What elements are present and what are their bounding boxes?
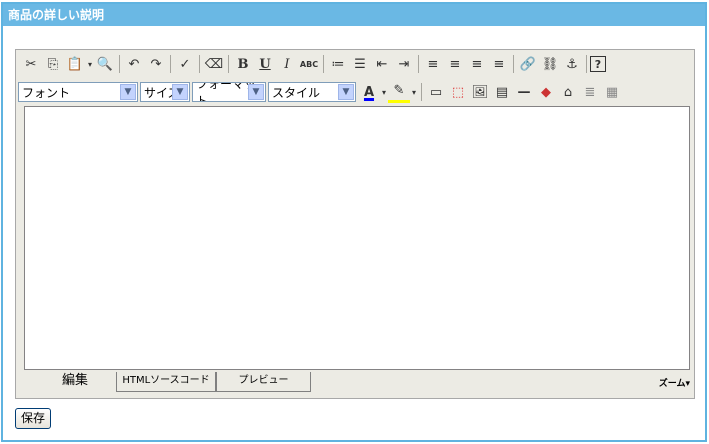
- toolbar-row-2: フォント ▼ サイズ ▼ フォーマット ▼ スタイル ▼ A ▾ ✎ ▾ ▭ ⬚…: [16, 80, 694, 104]
- spellcheck-icon[interactable]: ✓: [174, 53, 196, 75]
- align-justify-icon[interactable]: ≡: [488, 53, 510, 75]
- copy-icon[interactable]: ⎘: [42, 53, 64, 75]
- help-icon[interactable]: ?: [590, 56, 606, 72]
- redo-icon[interactable]: ↷: [145, 53, 167, 75]
- bold-button[interactable]: B: [232, 53, 254, 75]
- object-icon[interactable]: ◆: [535, 81, 557, 103]
- ordered-list-icon[interactable]: ≔: [327, 53, 349, 75]
- underline-button[interactable]: U: [254, 53, 276, 75]
- separator: [199, 55, 200, 73]
- find-icon[interactable]: 🔍: [94, 53, 116, 75]
- chevron-down-icon: ▾: [685, 379, 690, 389]
- undo-icon[interactable]: ↶: [123, 53, 145, 75]
- editor-content-area[interactable]: [24, 106, 690, 370]
- product-description-panel: 商品の詳しい説明 ✂ ⎘ 📋 ▾ 🔍 ↶ ↷ ✓ ⌫ B U I ABC ≔ ☰…: [1, 2, 707, 442]
- editor-tabs: 編集 HTMLソースコード プレビュー ズーム▾: [16, 372, 694, 394]
- box-icon[interactable]: ▭: [425, 81, 447, 103]
- highlight-icon[interactable]: ✎: [388, 81, 410, 103]
- font-color-dropdown-icon[interactable]: ▾: [380, 81, 388, 103]
- size-select[interactable]: サイズ ▼: [140, 82, 190, 102]
- table-icon[interactable]: ▦: [601, 81, 623, 103]
- font-select-label: フォント: [22, 85, 71, 100]
- zoom-dropdown[interactable]: ズーム▾: [659, 376, 690, 389]
- chevron-down-icon: ▼: [248, 84, 264, 100]
- tab-html-source[interactable]: HTMLソースコード: [116, 372, 216, 392]
- chevron-down-icon: ▼: [338, 84, 354, 100]
- separator: [170, 55, 171, 73]
- format-select[interactable]: フォーマット ▼: [192, 82, 266, 102]
- paragraph-icon[interactable]: ≣: [579, 81, 601, 103]
- font-color-icon[interactable]: A: [358, 81, 380, 103]
- paste-icon[interactable]: 📋: [64, 53, 86, 75]
- highlight-dropdown-icon[interactable]: ▾: [410, 81, 418, 103]
- zoom-label: ズーム: [658, 379, 686, 389]
- separator: [586, 55, 587, 73]
- paste-dropdown-icon[interactable]: ▾: [86, 53, 94, 75]
- style-select-label: スタイル: [272, 85, 321, 100]
- chevron-down-icon: ▼: [120, 84, 136, 100]
- horizontal-rule-icon[interactable]: —: [513, 81, 535, 103]
- outdent-icon[interactable]: ⇤: [371, 53, 393, 75]
- tab-preview[interactable]: プレビュー: [216, 372, 311, 392]
- eraser-icon[interactable]: ⌫: [203, 53, 225, 75]
- toolbar-row-1: ✂ ⎘ 📋 ▾ 🔍 ↶ ↷ ✓ ⌫ B U I ABC ≔ ☰ ⇤ ⇥ ≡ ≡ …: [16, 50, 694, 78]
- strikethrough-button[interactable]: ABC: [298, 53, 320, 75]
- panel-title: 商品の詳しい説明: [3, 4, 705, 26]
- div-box-icon[interactable]: ⬚: [447, 81, 469, 103]
- cut-icon[interactable]: ✂: [20, 53, 42, 75]
- text-block-icon[interactable]: ▤: [491, 81, 513, 103]
- style-select[interactable]: スタイル ▼: [268, 82, 356, 102]
- italic-button[interactable]: I: [276, 53, 298, 75]
- link-icon[interactable]: 🔗: [517, 53, 539, 75]
- chevron-down-icon: ▼: [172, 84, 188, 100]
- save-button[interactable]: 保存: [15, 408, 51, 429]
- unordered-list-icon[interactable]: ☰: [349, 53, 371, 75]
- home-icon[interactable]: ⌂: [557, 81, 579, 103]
- separator: [119, 55, 120, 73]
- unlink-icon[interactable]: ⛓: [539, 53, 561, 75]
- rich-text-editor: ✂ ⎘ 📋 ▾ 🔍 ↶ ↷ ✓ ⌫ B U I ABC ≔ ☰ ⇤ ⇥ ≡ ≡ …: [15, 49, 695, 399]
- separator: [418, 55, 419, 73]
- indent-icon[interactable]: ⇥: [393, 53, 415, 75]
- font-select[interactable]: フォント ▼: [18, 82, 138, 102]
- align-right-icon[interactable]: ≡: [466, 53, 488, 75]
- separator: [228, 55, 229, 73]
- align-left-icon[interactable]: ≡: [422, 53, 444, 75]
- separator: [323, 55, 324, 73]
- separator: [513, 55, 514, 73]
- tab-edit[interactable]: 編集: [34, 372, 116, 392]
- image-icon[interactable]: 🖼: [469, 81, 491, 103]
- align-center-icon[interactable]: ≡: [444, 53, 466, 75]
- anchor-icon[interactable]: ⚓: [561, 53, 583, 75]
- separator: [421, 83, 422, 101]
